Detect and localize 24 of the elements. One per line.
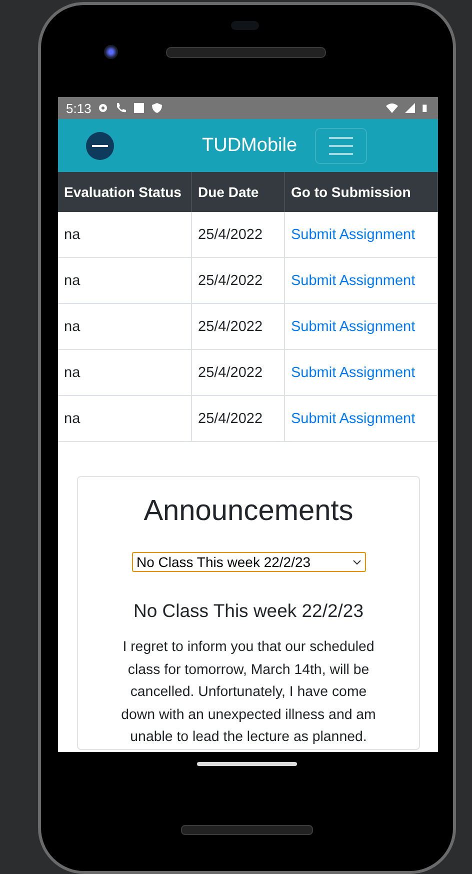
table-cell: 25/4/2022 (192, 304, 285, 350)
column-header: Go to Submission (285, 172, 438, 212)
table-cell: 25/4/2022 (192, 212, 285, 258)
table-cell: na (58, 212, 192, 258)
column-header: Evaluation Status (58, 172, 192, 212)
announcement-text: I regret to inform you that our scheduled class for tomorrow, March 14th, will be cancelled. Unfortunately, I have come down with an unexpected illness and am unable to lead the lecture as planned. (120, 638, 377, 747)
submit-link[interactable]: Submit Assignment (291, 364, 416, 380)
section-title: Announcements (144, 495, 354, 528)
submit-link[interactable]: Submit Assignment (291, 226, 416, 242)
submit-link[interactable]: Submit Assignment (291, 410, 416, 426)
table-cell: na (58, 350, 192, 396)
table-cell: na (58, 396, 192, 442)
table-cell: na (58, 304, 192, 350)
announcement-heading: No Class This week 22/2/23 (134, 600, 364, 622)
app-title: TUDMobile (202, 134, 298, 156)
submit-link[interactable]: Submit Assignment (291, 318, 416, 334)
table-cell: 25/4/2022 (192, 350, 285, 396)
announcement-select[interactable]: No Class This week 22/2/23 (132, 552, 366, 572)
table-cell: 25/4/2022 (192, 258, 285, 304)
submit-link[interactable]: Submit Assignment (291, 272, 416, 288)
table-cell: 25/4/2022 (192, 396, 285, 442)
column-header: Due Date (192, 172, 285, 212)
status-time: 5:13 (66, 100, 92, 116)
table-cell: na (58, 258, 192, 304)
